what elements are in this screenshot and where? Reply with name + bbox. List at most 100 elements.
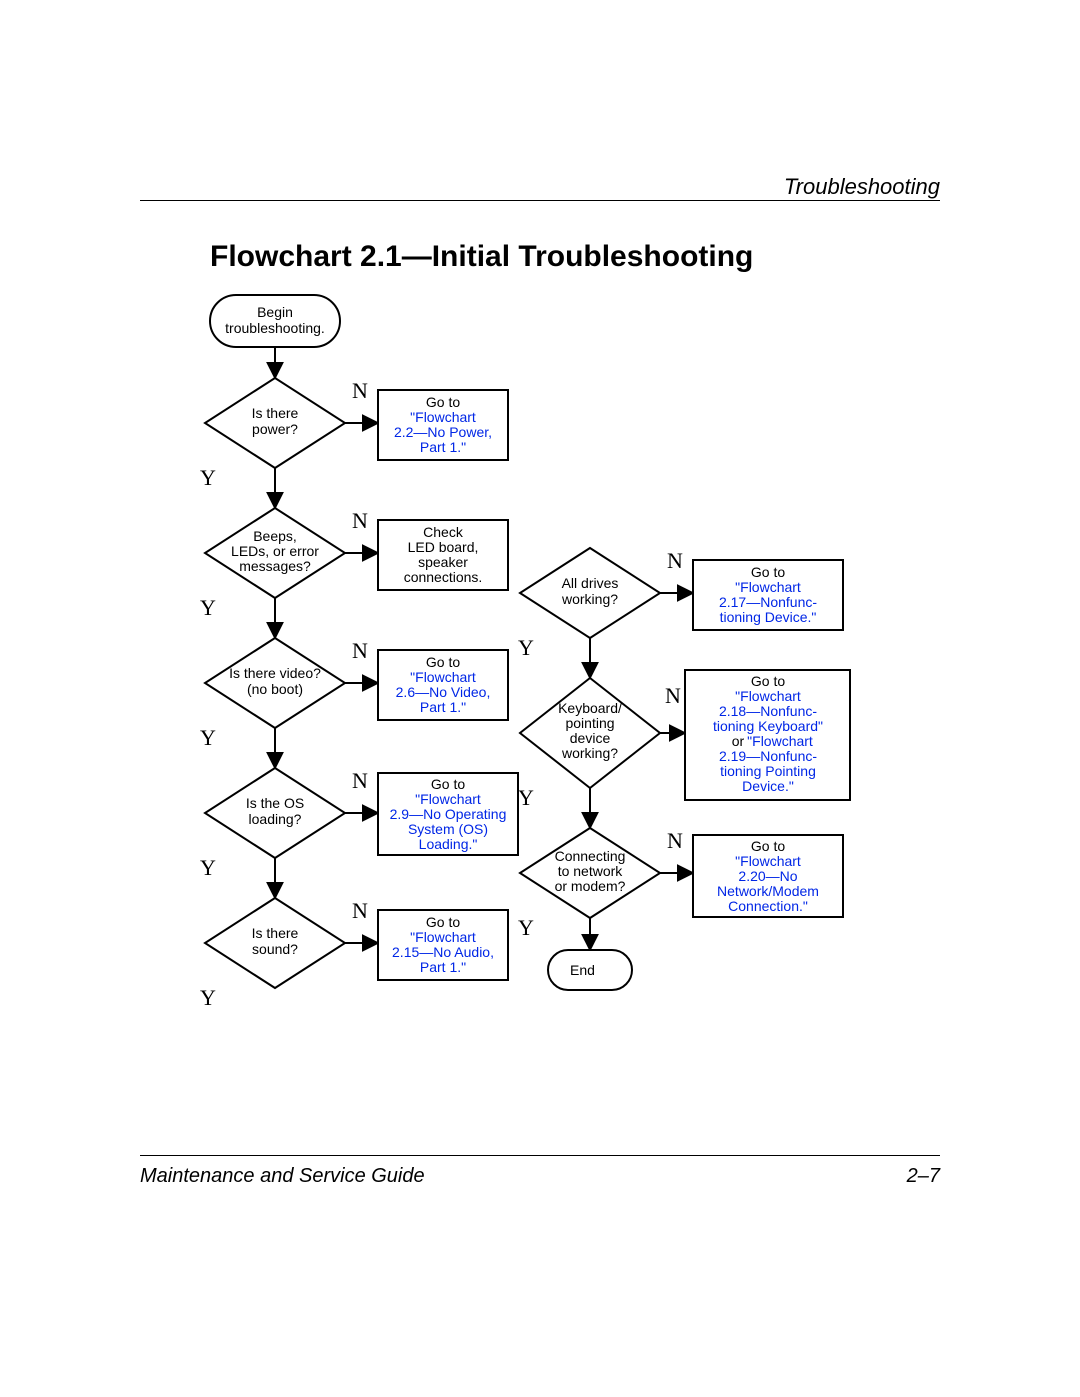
kbd-l4: working? <box>561 745 618 761</box>
label-video-y: Y <box>200 725 216 750</box>
header-rule <box>140 200 940 201</box>
node-kbd: Keyboard/ pointing device working? <box>520 678 660 788</box>
label-kbd-y: Y <box>518 785 534 810</box>
net-no-l2[interactable]: 2.20—No <box>738 868 797 884</box>
beeps-l1: Beeps, <box>253 528 297 544</box>
flowchart-title: Flowchart 2.1—Initial Troubleshooting <box>210 240 753 274</box>
kbd-no-a3[interactable]: tioning Keyboard" <box>713 718 823 734</box>
beeps-l3: messages? <box>239 558 311 574</box>
drives-no-l1[interactable]: "Flowchart <box>735 579 801 595</box>
sound-no-l2[interactable]: 2.15—No Audio, <box>392 944 494 960</box>
node-os: Is the OS loading? <box>205 768 345 858</box>
drives-no-l3[interactable]: tioning Device." <box>720 609 817 625</box>
kbd-l3: device <box>570 730 611 746</box>
node-start-line1: Begin <box>257 304 293 320</box>
label-drives-y: Y <box>518 635 534 660</box>
document-page: Troubleshooting Flowchart 2.1—Initial Tr… <box>140 180 940 1230</box>
os-no-l3[interactable]: System (OS) <box>408 821 488 837</box>
kbd-no-b4[interactable]: Device." <box>742 778 794 794</box>
net-no-l4[interactable]: Connection." <box>728 898 808 914</box>
node-video-no: Go to "Flowchart 2.6—No Video, Part 1." <box>378 650 508 720</box>
drives-l1: All drives <box>562 575 619 591</box>
net-l1: Connecting <box>555 848 626 864</box>
label-net-n: N <box>667 828 683 853</box>
kbd-no-b3[interactable]: tioning Pointing <box>720 763 816 779</box>
node-start-line2: troubleshooting. <box>225 320 325 336</box>
label-beeps-y: Y <box>200 595 216 620</box>
kbd-no-a2[interactable]: 2.18—Nonfunc- <box>719 703 817 719</box>
power-no-l1[interactable]: "Flowchart <box>410 409 476 425</box>
os-no-l2[interactable]: 2.9—No Operating <box>390 806 507 822</box>
end-l1: End <box>570 962 595 978</box>
label-net-y: Y <box>518 915 534 940</box>
power-no-prefix: Go to <box>426 394 460 410</box>
node-power: Is there power? <box>205 378 345 468</box>
footer-rule <box>140 1155 940 1156</box>
label-sound-n: N <box>352 898 368 923</box>
node-end: End <box>548 950 632 990</box>
flowchart-svg: Begin troubleshooting. Is there power? N… <box>140 290 940 1120</box>
header-section-label: Troubleshooting <box>784 174 940 200</box>
label-os-y: Y <box>200 855 216 880</box>
video-no-l3[interactable]: Part 1." <box>420 699 466 715</box>
video-l1: Is there video? <box>229 665 321 681</box>
video-no-prefix: Go to <box>426 654 460 670</box>
sound-l2: sound? <box>252 941 298 957</box>
node-video: Is there video? (no boot) <box>205 638 345 728</box>
label-sound-y: Y <box>200 985 216 1010</box>
net-no-l1[interactable]: "Flowchart <box>735 853 801 869</box>
label-kbd-n: N <box>665 683 681 708</box>
os-no-l1[interactable]: "Flowchart <box>415 791 481 807</box>
net-l3: or modem? <box>555 878 626 894</box>
label-drives-n: N <box>667 548 683 573</box>
beeps-no-l3: speaker <box>418 554 468 570</box>
drives-no-l2[interactable]: 2.17—Nonfunc- <box>719 594 817 610</box>
power-no-l3[interactable]: Part 1." <box>420 439 466 455</box>
kbd-no-b2[interactable]: 2.19—Nonfunc- <box>719 748 817 764</box>
drives-l2: working? <box>561 591 618 607</box>
video-no-l1[interactable]: "Flowchart <box>410 669 476 685</box>
node-power-l1: Is there <box>252 405 299 421</box>
sound-no-prefix: Go to <box>426 914 460 930</box>
node-drives: All drives working? <box>520 548 660 638</box>
node-net-no: Go to "Flowchart 2.20—No Network/Modem C… <box>693 835 843 917</box>
label-beeps-n: N <box>352 508 368 533</box>
os-l1: Is the OS <box>246 795 304 811</box>
beeps-l2: LEDs, or error <box>231 543 319 559</box>
label-power-y: Y <box>200 465 216 490</box>
drives-no-prefix: Go to <box>751 564 785 580</box>
os-no-prefix: Go to <box>431 776 465 792</box>
kbd-no-mid: or <box>732 733 745 749</box>
node-start: Begin troubleshooting. <box>210 295 340 347</box>
beeps-no-l2: LED board, <box>408 539 479 555</box>
sound-no-l1[interactable]: "Flowchart <box>410 929 476 945</box>
kbd-no-a1[interactable]: "Flowchart <box>735 688 801 704</box>
beeps-no-l1: Check <box>423 524 464 540</box>
node-kbd-no: Go to "Flowchart 2.18—Nonfunc- tioning K… <box>685 670 850 800</box>
kbd-l1: Keyboard/ <box>558 700 622 716</box>
label-os-n: N <box>352 768 368 793</box>
net-no-prefix: Go to <box>751 838 785 854</box>
net-no-l3[interactable]: Network/Modem <box>717 883 819 899</box>
node-os-no: Go to "Flowchart 2.9—No Operating System… <box>378 773 518 855</box>
node-beeps: Beeps, LEDs, or error messages? <box>205 508 345 598</box>
video-l2: (no boot) <box>247 681 303 697</box>
node-beeps-no: Check LED board, speaker connections. <box>378 520 508 590</box>
sound-l1: Is there <box>252 925 299 941</box>
kbd-l2: pointing <box>565 715 614 731</box>
video-no-l2[interactable]: 2.6—No Video, <box>396 684 491 700</box>
sound-no-l3[interactable]: Part 1." <box>420 959 466 975</box>
node-drives-no: Go to "Flowchart 2.17—Nonfunc- tioning D… <box>693 560 843 630</box>
power-no-l2[interactable]: 2.2—No Power, <box>394 424 492 440</box>
node-power-l2: power? <box>252 421 298 437</box>
kbd-no-b1[interactable]: "Flowchart <box>747 733 813 749</box>
label-video-n: N <box>352 638 368 663</box>
node-power-no: Go to "Flowchart 2.2—No Power, Part 1." <box>378 390 508 460</box>
os-l2: loading? <box>249 811 302 827</box>
kbd-no-prefix: Go to <box>751 673 785 689</box>
label-power-n: N <box>352 378 368 403</box>
node-sound: Is there sound? <box>205 898 345 988</box>
footer-guide-title: Maintenance and Service Guide <box>140 1165 425 1232</box>
os-no-l4[interactable]: Loading." <box>419 836 478 852</box>
footer-page-number: 2–7 <box>907 1165 940 1232</box>
